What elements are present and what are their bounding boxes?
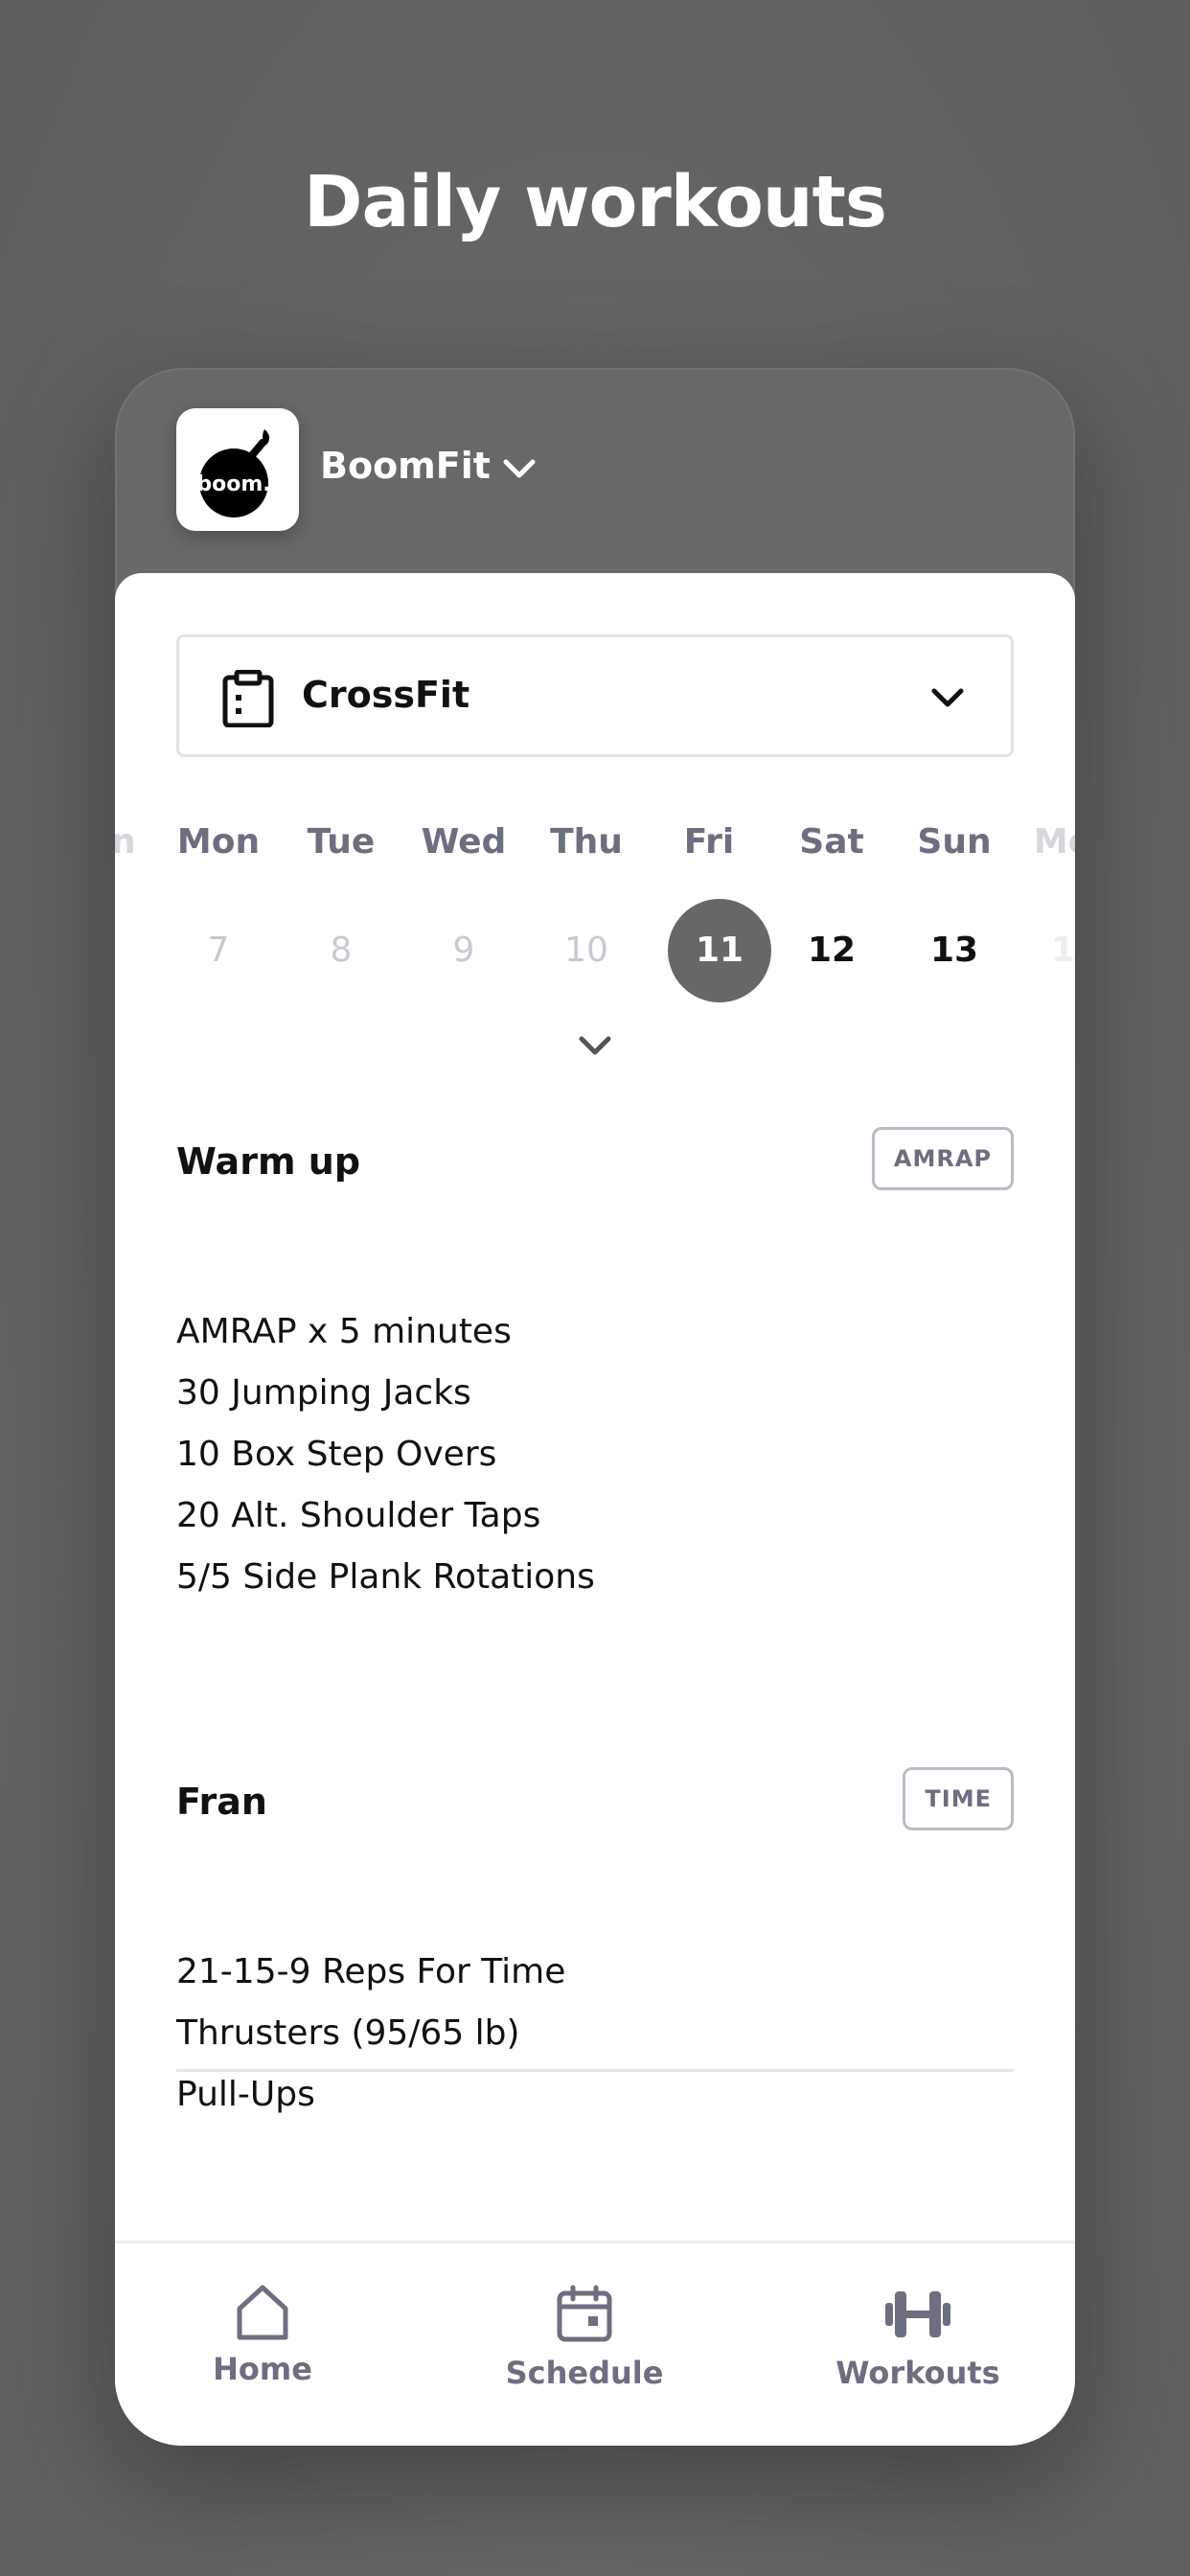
- tab-workouts[interactable]: Workouts: [835, 2243, 1000, 2446]
- day-name: Sat: [799, 822, 864, 862]
- date-cell[interactable]: 8: [289, 899, 393, 1002]
- day-name: Sun: [115, 822, 136, 862]
- section-tag: TIME: [903, 1767, 1014, 1830]
- tab-schedule[interactable]: Schedule: [491, 2243, 678, 2446]
- section-lines: 21-15-9 Reps For Time Thrusters (95/65 l…: [176, 1942, 565, 2126]
- date-cell[interactable]: 9: [412, 899, 515, 1002]
- workout-line: AMRAP x 5 minutes: [176, 1312, 512, 1351]
- program-selector[interactable]: CrossFit: [176, 634, 1014, 757]
- day-name: Wed: [421, 822, 507, 862]
- section-title: Warm up: [176, 1140, 361, 1183]
- chevron-down-icon[interactable]: [500, 454, 538, 483]
- day-name: Thu: [550, 822, 623, 862]
- gym-logo[interactable]: boom.: [176, 408, 299, 531]
- home-icon: [237, 2285, 288, 2340]
- content-sheet: CrossFit Sun Mon Tue Wed Thu Fri Sat Sun…: [115, 573, 1075, 2446]
- workout-line: Pull-Ups: [176, 2075, 315, 2114]
- bottom-tab-bar: Home Schedule Workouts: [115, 2241, 1075, 2446]
- calendar-icon: [557, 2285, 612, 2342]
- section-lines: AMRAP x 5 minutes 30 Jumping Jacks 10 Bo…: [176, 1301, 595, 1608]
- workout-line: 20 Alt. Shoulder Taps: [176, 1496, 541, 1535]
- svg-text:boom.: boom.: [196, 472, 270, 496]
- tab-label: Home: [213, 2351, 312, 2387]
- workout-line: 21-15-9 Reps For Time: [176, 1952, 566, 1991]
- weekday-row: Sun Mon Tue Wed Thu Fri Sat Sun Mon: [115, 822, 1075, 870]
- section-tag: AMRAP: [871, 1127, 1014, 1190]
- bomb-logo-icon: boom.: [196, 429, 271, 518]
- chevron-down-icon: [931, 688, 964, 707]
- workout-line: Thrusters (95/65 lb): [176, 2013, 520, 2053]
- tab-label: Workouts: [835, 2355, 1000, 2391]
- date-cell[interactable]: 12: [780, 899, 883, 1002]
- date-cell[interactable]: 10: [535, 899, 638, 1002]
- clipboard-icon: [222, 670, 274, 727]
- tab-label: Schedule: [505, 2355, 664, 2391]
- dumbbell-icon: [885, 2291, 950, 2337]
- day-name: Tue: [307, 822, 376, 862]
- date-cell[interactable]: 13: [903, 899, 1006, 1002]
- page-headline: Daily workouts: [304, 161, 887, 243]
- phone-frame: boom. BoomFit CrossFit Sun Mon Tue Wed: [115, 368, 1075, 2446]
- tab-home[interactable]: Home: [188, 2243, 337, 2446]
- workout-line: 30 Jumping Jacks: [176, 1373, 471, 1413]
- date-row: 6 7 8 9 10 11 12 13 14: [115, 899, 1075, 1002]
- section-title: Fran: [176, 1781, 267, 1823]
- date-cell[interactable]: 14: [1023, 899, 1075, 1002]
- app-header: boom. BoomFit: [115, 368, 1075, 573]
- date-cell-selected[interactable]: 11: [668, 899, 771, 1002]
- day-name: Fri: [683, 822, 735, 862]
- workout-line: 10 Box Step Overs: [176, 1435, 497, 1474]
- day-name: Sun: [917, 822, 992, 862]
- date-cell[interactable]: 6: [115, 899, 150, 1002]
- gym-name[interactable]: BoomFit: [320, 445, 491, 487]
- chevron-down-icon[interactable]: [576, 1031, 614, 1060]
- day-name: Mon: [176, 822, 261, 862]
- workout-line: 5/5 Side Plank Rotations: [176, 1557, 595, 1597]
- date-cell[interactable]: 7: [167, 899, 270, 1002]
- program-label: CrossFit: [302, 674, 470, 716]
- day-name: Mon: [1033, 822, 1075, 862]
